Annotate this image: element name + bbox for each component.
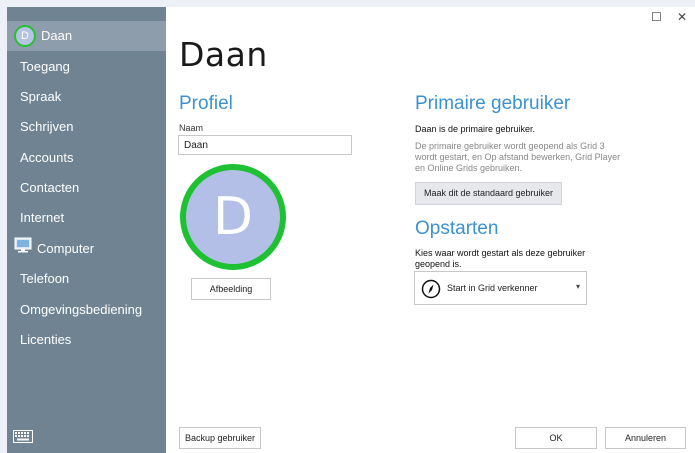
sidebar-item-internet[interactable]: Internet	[7, 203, 166, 233]
profile-avatar: D	[180, 164, 286, 270]
sidebar-item-contacten[interactable]: Contacten	[7, 173, 166, 203]
sidebar-item-label: Spraak	[20, 89, 62, 104]
maximize-icon[interactable]: ☐	[651, 10, 662, 24]
main-panel: ☐ ✕ Daan Profiel Naam D Afbeelding Prima…	[166, 7, 695, 453]
compass-icon	[421, 279, 441, 304]
picture-button[interactable]: Afbeelding	[191, 278, 271, 300]
name-field[interactable]	[178, 135, 352, 155]
sidebar-item-telefoon[interactable]: Telefoon	[7, 264, 166, 294]
sidebar-item-label: Licenties	[20, 332, 72, 347]
startup-selected-value: Start in Grid verkenner	[447, 283, 538, 293]
primary-user-heading: Primaire gebruiker	[415, 93, 571, 114]
sidebar-item-computer[interactable]: Computer	[7, 234, 166, 264]
make-default-button[interactable]: Maak dit de standaard gebruiker	[415, 182, 562, 205]
close-icon[interactable]: ✕	[677, 10, 687, 24]
sidebar-item-label: Accounts	[20, 150, 74, 165]
settings-window: D Daan Toegang Spraak Schrijven Accounts …	[7, 7, 695, 453]
sidebar-item-label: Daan	[41, 28, 73, 43]
profile-heading: Profiel	[179, 93, 233, 114]
sidebar-item-omgevingsbediening[interactable]: Omgevingsbediening	[7, 295, 166, 325]
sidebar-item-accounts[interactable]: Accounts	[7, 143, 166, 173]
sidebar-item-daan[interactable]: D Daan	[7, 21, 166, 51]
ok-button[interactable]: OK	[515, 427, 597, 449]
user-avatar-icon: D	[14, 24, 36, 47]
sidebar-item-schrijven[interactable]: Schrijven	[7, 112, 166, 142]
startup-select[interactable]: Start in Grid verkenner ▾	[414, 271, 587, 305]
sidebar-item-label: Schrijven	[20, 119, 74, 134]
cancel-button[interactable]: Annuleren	[605, 427, 686, 449]
keyboard-icon[interactable]	[13, 430, 33, 448]
startup-heading: Opstarten	[415, 218, 499, 239]
sidebar-item-label: Telefoon	[20, 271, 70, 286]
sidebar-item-spraak[interactable]: Spraak	[7, 82, 166, 112]
startup-description: Kies waar wordt gestart als deze gebruik…	[415, 248, 586, 269]
monitor-icon	[14, 234, 32, 264]
sidebar-item-label: Omgevingsbediening	[20, 302, 143, 317]
sidebar-item-toegang[interactable]: Toegang	[7, 52, 166, 82]
primary-user-status: Daan is de primaire gebruiker.	[415, 124, 536, 134]
page-title: Daan	[179, 35, 268, 74]
backup-user-button[interactable]: Backup gebruiker	[179, 427, 261, 449]
primary-user-description: De primaire gebruiker wordt geopend als …	[415, 141, 621, 173]
name-label: Naam	[179, 123, 204, 133]
sidebar-item-licenties[interactable]: Licenties	[7, 325, 166, 355]
sidebar: D Daan Toegang Spraak Schrijven Accounts …	[7, 7, 166, 453]
sidebar-item-label: Computer	[37, 241, 95, 256]
chevron-down-icon: ▾	[575, 282, 580, 291]
sidebar-item-label: Internet	[20, 210, 65, 225]
sidebar-item-label: Contacten	[20, 180, 80, 195]
sidebar-item-label: Toegang	[20, 59, 70, 74]
